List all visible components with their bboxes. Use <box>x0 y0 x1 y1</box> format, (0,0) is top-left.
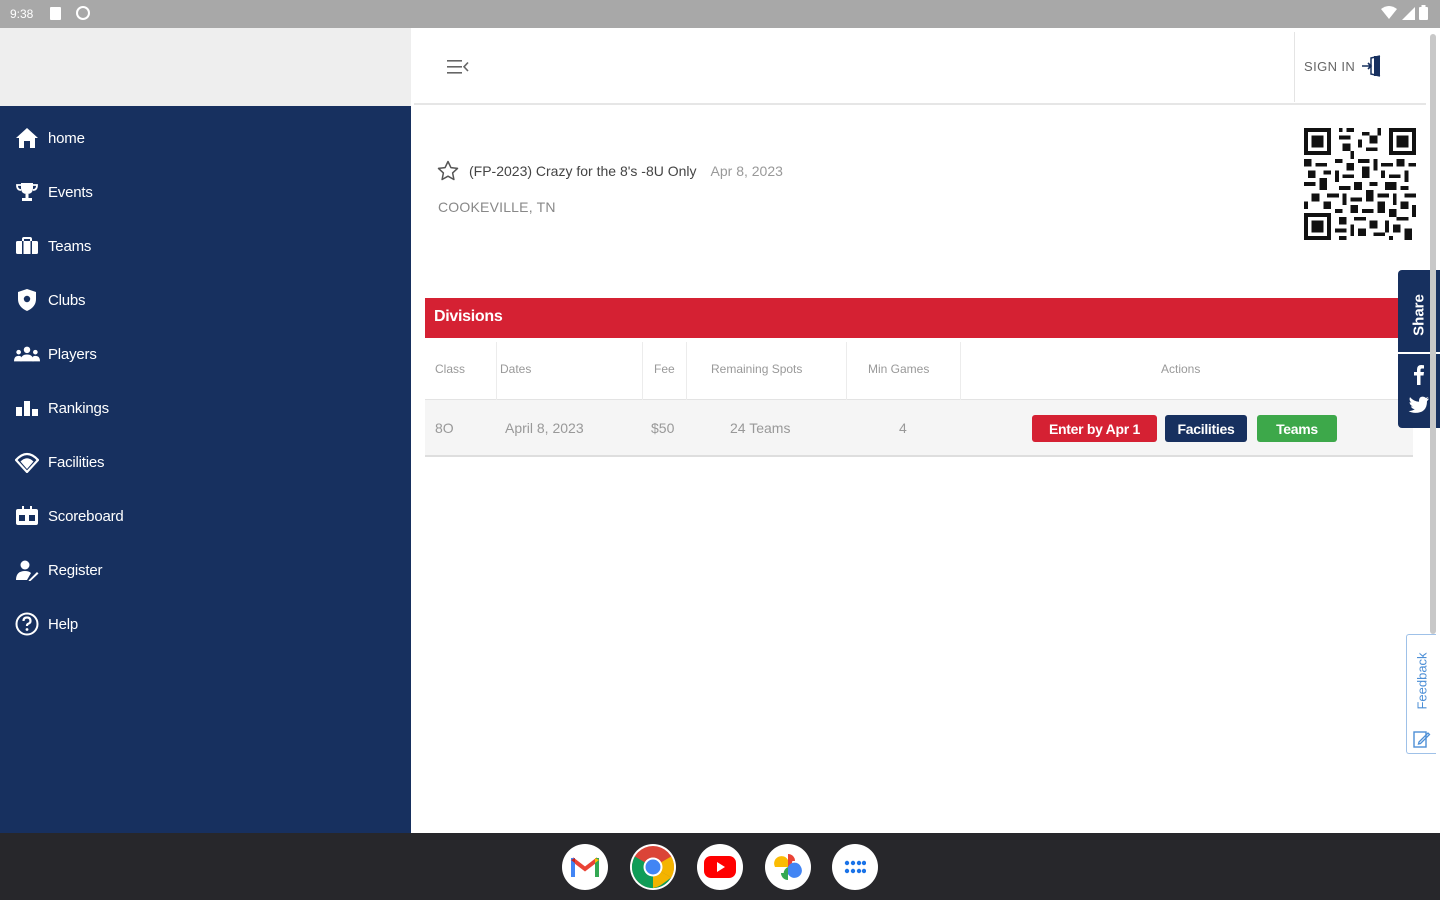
register-icon <box>14 557 40 583</box>
sidebar-logo-area <box>0 28 411 106</box>
event-title: (FP-2023) Crazy for the 8's -8U Only <box>469 163 697 179</box>
sidebar-item-help[interactable]: Help <box>0 604 411 644</box>
column-divider <box>496 342 497 400</box>
menu-collapse-icon[interactable] <box>446 58 470 78</box>
sidebar-item-players[interactable]: Players <box>0 334 411 374</box>
cell-class: 8O <box>435 420 454 436</box>
cell-fee: $50 <box>651 420 675 436</box>
sim-card-icon <box>50 7 61 20</box>
taskbar <box>0 833 1440 900</box>
twitter-icon[interactable] <box>1407 394 1431 416</box>
photos-icon[interactable] <box>765 844 811 890</box>
rankings-icon <box>14 395 40 421</box>
sign-in-label: SIGN IN <box>1304 58 1356 74</box>
sidebar-item-label: home <box>48 129 85 147</box>
sidebar-item-teams[interactable]: Teams <box>0 226 411 266</box>
sidebar-item-label: Events <box>48 183 93 201</box>
sidebar-item-label: Rankings <box>48 399 109 417</box>
teams-icon <box>14 233 40 259</box>
youtube-icon[interactable] <box>697 844 743 890</box>
status-bar: 9:38 <box>0 0 1440 28</box>
header-divider <box>1294 32 1295 102</box>
sign-in-button[interactable]: SIGN IN <box>1304 54 1383 78</box>
facebook-icon[interactable] <box>1408 362 1430 386</box>
players-icon <box>14 341 40 367</box>
sidebar-item-label: Register <box>48 561 103 579</box>
cell-min-games: 4 <box>899 420 907 436</box>
column-header-min-games: Min Games <box>868 362 930 376</box>
sign-in-icon <box>1362 55 1381 77</box>
gmail-icon[interactable] <box>562 844 608 890</box>
column-divider <box>686 342 687 400</box>
wifi-icon <box>1381 5 1397 23</box>
help-icon <box>14 611 40 637</box>
sidebar-item-scoreboard[interactable]: Scoreboard <box>0 496 411 536</box>
sidebar-item-label: Teams <box>48 237 92 255</box>
teams-button[interactable]: Teams <box>1257 415 1337 442</box>
sidebar-item-label: Clubs <box>48 291 86 309</box>
column-divider <box>846 342 847 400</box>
cell-signal-icon <box>1401 6 1415 23</box>
feedback-tab[interactable]: Feedback <box>1406 634 1436 754</box>
cell-dates: April 8, 2023 <box>505 420 584 436</box>
facilities-button[interactable]: Facilities <box>1165 415 1247 442</box>
sidebar-item-label: Players <box>48 345 97 363</box>
column-divider <box>960 342 961 400</box>
sidebar-item-events[interactable]: Events <box>0 172 411 212</box>
feedback-edit-icon <box>1413 729 1431 754</box>
share-label: Share <box>1410 294 1428 336</box>
qr-code <box>1304 128 1416 240</box>
column-header-class: Class <box>435 362 466 376</box>
sidebar: home Events Teams Clubs Players Rankings <box>0 106 411 833</box>
event-location: COOKEVILLE, TN <box>438 199 556 215</box>
feedback-label: Feedback <box>1414 652 1429 710</box>
trophy-icon <box>14 179 40 205</box>
cell-remaining-spots: 24 Teams <box>730 420 791 436</box>
divisions-header: Divisions <box>425 298 1415 338</box>
column-header-fee: Fee <box>654 362 675 376</box>
top-header: SIGN IN <box>414 28 1426 105</box>
chrome-icon[interactable] <box>630 844 676 890</box>
page-scrollbar[interactable] <box>1430 34 1436 634</box>
facilities-icon <box>14 449 40 475</box>
sidebar-item-home[interactable]: home <box>0 118 411 158</box>
event-title-row: (FP-2023) Crazy for the 8's -8U Only Apr… <box>437 160 783 182</box>
divisions-table: Class Dates Fee Remaining Spots Min Game… <box>425 338 1413 457</box>
sidebar-item-register[interactable]: Register <box>0 550 411 590</box>
shield-icon <box>14 287 40 313</box>
sidebar-item-label: Help <box>48 615 79 633</box>
column-divider <box>642 342 643 400</box>
scoreboard-icon <box>14 503 40 529</box>
app-drawer-icon[interactable] <box>832 844 878 890</box>
sidebar-item-label: Scoreboard <box>48 507 124 525</box>
sidebar-item-label: Facilities <box>48 453 105 471</box>
sidebar-item-clubs[interactable]: Clubs <box>0 280 411 320</box>
data-saver-icon <box>76 6 90 20</box>
column-header-remaining-spots: Remaining Spots <box>711 362 803 376</box>
table-header: Class Dates Fee Remaining Spots Min Game… <box>425 338 1413 400</box>
favorite-star-icon[interactable] <box>437 160 459 182</box>
event-date: Apr 8, 2023 <box>710 163 783 179</box>
sidebar-item-rankings[interactable]: Rankings <box>0 388 411 428</box>
enter-button[interactable]: Enter by Apr 1 <box>1032 415 1157 442</box>
table-row: 8O April 8, 2023 $50 24 Teams 4 Enter by… <box>425 400 1413 457</box>
column-header-dates: Dates <box>500 362 532 376</box>
sidebar-item-facilities[interactable]: Facilities <box>0 442 411 482</box>
status-time: 9:38 <box>10 7 34 21</box>
column-header-actions: Actions <box>1161 362 1201 376</box>
battery-icon <box>1419 5 1428 23</box>
home-icon <box>14 125 40 151</box>
